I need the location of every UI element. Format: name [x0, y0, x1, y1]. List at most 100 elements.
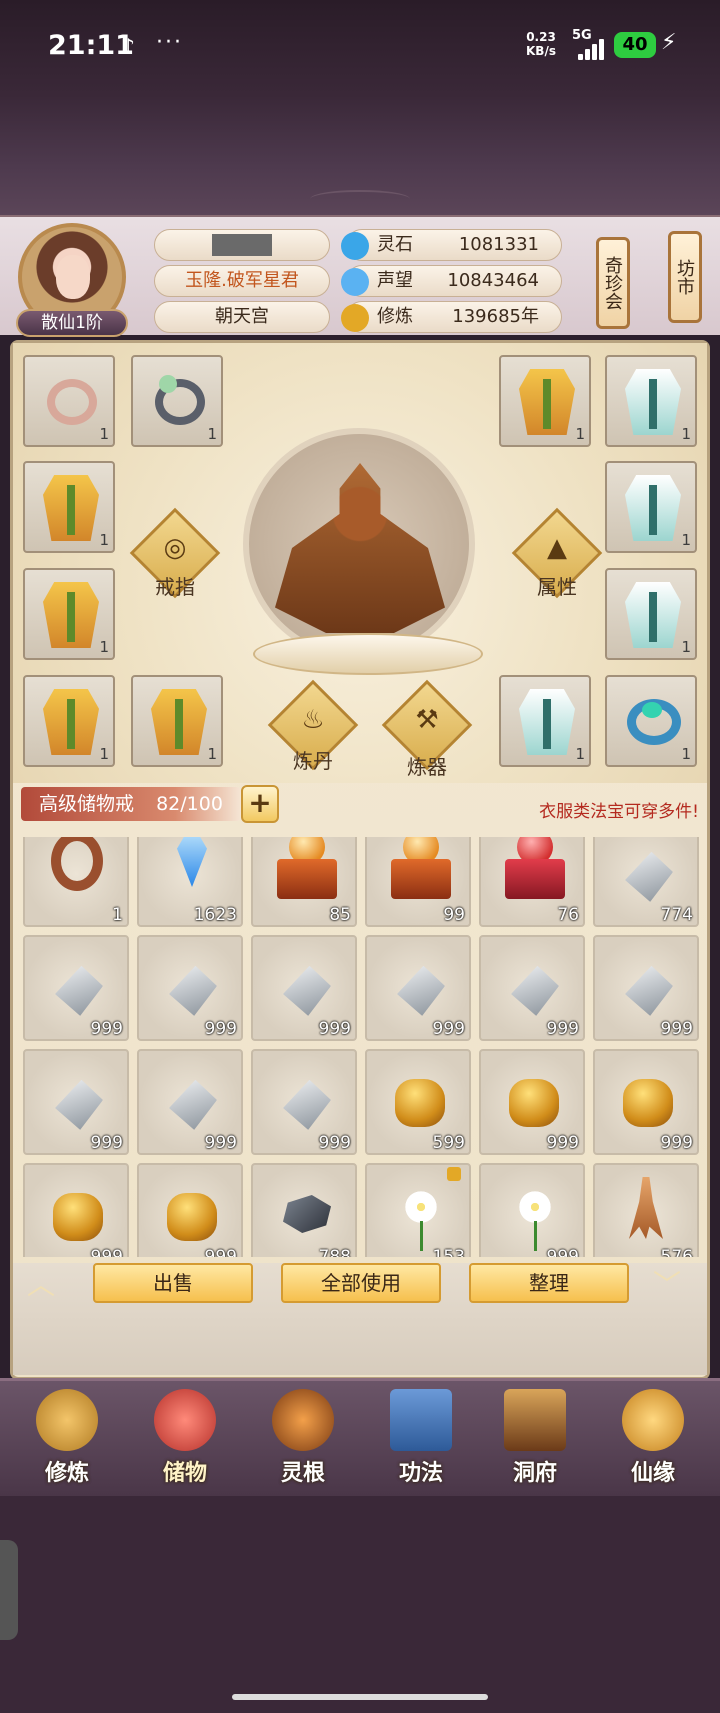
white-robe-icon	[625, 369, 681, 435]
home-indicator[interactable]	[232, 1694, 488, 1700]
inventory-slot[interactable]: 999	[137, 935, 243, 1041]
inventory-slot[interactable]: 85	[251, 837, 357, 927]
nav-cave-dwelling[interactable]: 洞府	[490, 1389, 580, 1497]
inventory-slot[interactable]: 999	[23, 935, 129, 1041]
ring-icon	[627, 699, 681, 745]
treasure-fair-button[interactable]: 奇珍会	[596, 237, 630, 329]
gold-ore-icon	[509, 1079, 559, 1127]
inventory-slot[interactable]: 999	[137, 1049, 243, 1155]
golden-robe-icon	[43, 582, 99, 648]
equipment-area: 1 1 1 1 1 1 1 1 1 1 1 1 ◎ 戒指 ▲ 属性 ♨ 炼丹 ⚒	[13, 343, 707, 783]
inventory-slot[interactable]: 999	[251, 935, 357, 1041]
expand-storage-button[interactable]: +	[241, 785, 279, 823]
inventory-slot[interactable]: 153	[365, 1163, 471, 1257]
equip-slot-ring-2[interactable]: 1	[131, 355, 223, 447]
use-all-button[interactable]: 全部使用	[281, 1263, 441, 1303]
nav-spirit-root[interactable]: 灵根	[258, 1389, 348, 1497]
market-button[interactable]: 坊市	[668, 231, 702, 323]
equip-slot-robe[interactable]: 1	[23, 675, 115, 767]
title-placeholder	[154, 229, 330, 261]
silver-stone-icon	[51, 961, 107, 1020]
inventory-slot[interactable]: 99	[365, 837, 471, 927]
equip-slot-robe[interactable]: 1	[605, 461, 697, 553]
spirit-stone-icon	[341, 232, 369, 260]
equip-slot-robe[interactable]: 1	[23, 568, 115, 660]
ring-tab-icon: ◎	[163, 533, 187, 563]
equip-slot-ring-1[interactable]: 1	[23, 355, 115, 447]
gold-ore-icon	[623, 1079, 673, 1127]
inventory-slot[interactable]: 999	[23, 1049, 129, 1155]
silver-stone-icon	[51, 1075, 107, 1134]
nav-technique[interactable]: 功法	[376, 1389, 466, 1497]
golden-robe-icon	[43, 475, 99, 541]
sell-button[interactable]: 出售	[93, 1263, 253, 1303]
cultivate-icon	[36, 1389, 98, 1451]
sort-button[interactable]: 整理	[469, 1263, 629, 1303]
storage-panel: 1 1 1 1 1 1 1 1 1 1 1 1 ◎ 戒指 ▲ 属性 ♨ 炼丹 ⚒	[10, 340, 710, 1380]
inventory-slot[interactable]: 774	[593, 837, 699, 927]
technique-book-icon	[390, 1389, 452, 1451]
player-name: 玉隆.破军星君	[154, 265, 330, 297]
inventory-slot[interactable]: 999	[479, 1163, 585, 1257]
fortune-gourd-icon	[622, 1389, 684, 1451]
storage-bag-icon	[154, 1389, 216, 1451]
white-robe-icon	[519, 689, 575, 755]
golden-robe-icon	[519, 369, 575, 435]
golden-robe-icon	[43, 689, 99, 755]
stat-cultivation: 修炼 139685年	[341, 301, 562, 333]
signal-icon	[578, 36, 606, 60]
nav-storage[interactable]: 储物	[140, 1389, 230, 1497]
silver-stone-icon	[507, 961, 563, 1020]
equip-slot-robe[interactable]: 1	[499, 355, 591, 447]
blue-crystal-icon	[177, 837, 207, 887]
nav-cultivate[interactable]: 修炼	[22, 1389, 112, 1497]
inventory-slot[interactable]: 999	[251, 1049, 357, 1155]
player-sect: 朝天宫	[154, 301, 330, 333]
inventory-slot[interactable]: 999	[593, 1049, 699, 1155]
inventory-slot[interactable]: 788	[251, 1163, 357, 1257]
gold-ore-icon	[167, 1193, 217, 1241]
iron-ore-icon	[283, 1195, 331, 1233]
nav-fortune[interactable]: 仙缘	[608, 1389, 698, 1497]
stat-prestige: 声望 10843464	[341, 265, 562, 297]
inventory-slot[interactable]: 1	[23, 837, 129, 927]
player-header: 散仙1阶 玉隆.破军星君 朝天宫 灵石 1081331 声望 10843464 修炼…	[0, 215, 720, 337]
equip-slot-robe[interactable]: 1	[499, 675, 591, 767]
inventory-slot[interactable]: 999	[23, 1163, 129, 1257]
side-handle[interactable]	[0, 1540, 18, 1640]
storage-capacity-bar: 高级储物戒 82/100	[21, 787, 241, 821]
cave-dwelling-icon	[504, 1389, 566, 1451]
status-bar: 21:11 ♪ ··· 0.23 KB/s 5G 40 ⚡	[0, 0, 720, 95]
inventory-slot[interactable]: 999	[365, 935, 471, 1041]
equip-slot-ring-3[interactable]: 1	[605, 675, 697, 767]
equip-slot-robe[interactable]: 1	[23, 461, 115, 553]
inventory-slot[interactable]: 576	[593, 1163, 699, 1257]
inventory-slot[interactable]: 76	[479, 837, 585, 927]
prestige-crystal-icon	[341, 268, 369, 296]
inventory-slot[interactable]: 999	[593, 935, 699, 1041]
sage-hat-icon: ▲	[547, 533, 567, 563]
rank-badge: 散仙1阶	[16, 309, 128, 337]
bottom-nav: 修炼 储物 灵根 功法 洞府 仙缘	[0, 1378, 720, 1496]
red-orb-pedestal-icon	[503, 837, 565, 899]
white-lily-icon	[515, 1187, 555, 1251]
more-dots-icon: ···	[156, 30, 183, 55]
inventory-slot[interactable]: 599	[365, 1049, 471, 1155]
silver-stone-icon	[165, 961, 221, 1020]
inventory-slot[interactable]: 999	[479, 935, 585, 1041]
silver-stone-icon	[165, 1075, 221, 1134]
inventory-slot[interactable]: 999	[137, 1163, 243, 1257]
scroll-down-icon[interactable]: ﹀	[653, 1263, 681, 1303]
net-speed: 0.23 KB/s	[526, 30, 556, 58]
equip-slot-robe[interactable]: 1	[605, 568, 697, 660]
equip-slot-robe[interactable]: 1	[131, 675, 223, 767]
scroll-up-icon[interactable]: ︿	[27, 1263, 55, 1303]
silver-stone-icon	[279, 1075, 335, 1134]
inventory-slot[interactable]: 1623	[137, 837, 243, 927]
silver-stone-icon	[621, 961, 677, 1020]
battery-indicator: 40	[614, 32, 656, 58]
inventory-slot[interactable]: 999	[479, 1049, 585, 1155]
equip-slot-robe[interactable]: 1	[605, 355, 697, 447]
spirit-root-icon	[272, 1389, 334, 1451]
storage-tip: 衣服类法宝可穿多件!	[539, 802, 699, 822]
